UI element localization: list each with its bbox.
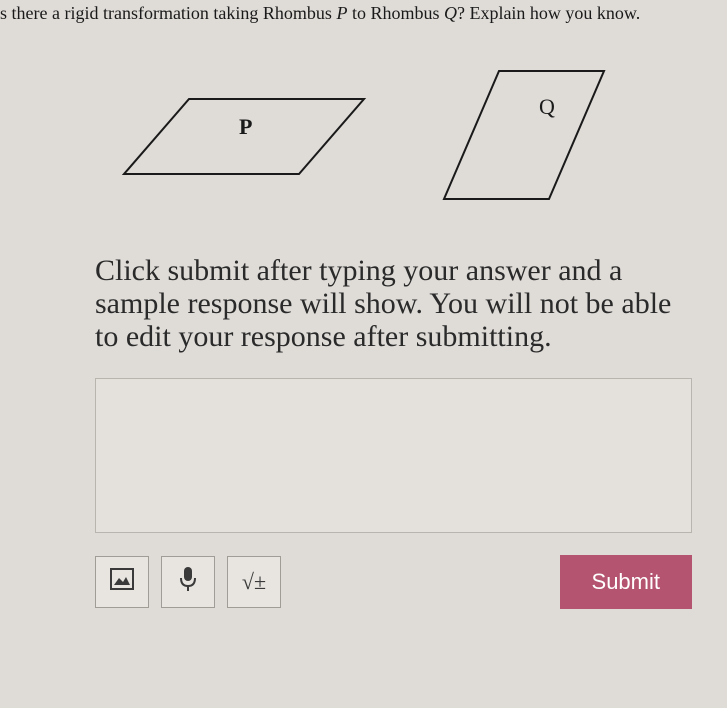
- rhombus-q-container: Q: [434, 59, 614, 214]
- image-upload-button[interactable]: [95, 556, 149, 608]
- question-text: s there a rigid transformation taking Rh…: [0, 0, 727, 24]
- image-icon: [110, 568, 134, 596]
- question-middle: to Rhombus: [347, 3, 444, 23]
- instruction-text: Click submit after typing your answer an…: [0, 254, 727, 378]
- toolbar: √± Submit: [95, 555, 692, 609]
- question-var-p: P: [336, 3, 347, 23]
- rhombus-p-label: P: [239, 114, 252, 139]
- rhombus-q-shape: Q: [434, 59, 614, 209]
- answer-input[interactable]: [95, 378, 692, 533]
- rhombus-p-container: P: [114, 79, 374, 194]
- math-input-button[interactable]: √±: [227, 556, 281, 608]
- figure-area: P Q: [0, 59, 727, 214]
- submit-button[interactable]: Submit: [560, 555, 692, 609]
- math-icon: √±: [242, 569, 266, 595]
- question-prefix: s there a rigid transformation taking Rh…: [0, 3, 336, 23]
- microphone-icon: [179, 566, 197, 598]
- rhombus-q-label: Q: [539, 94, 555, 119]
- question-var-q: Q: [444, 3, 457, 23]
- microphone-button[interactable]: [161, 556, 215, 608]
- rhombus-p-shape: P: [114, 79, 374, 189]
- question-suffix: ? Explain how you know.: [457, 3, 640, 23]
